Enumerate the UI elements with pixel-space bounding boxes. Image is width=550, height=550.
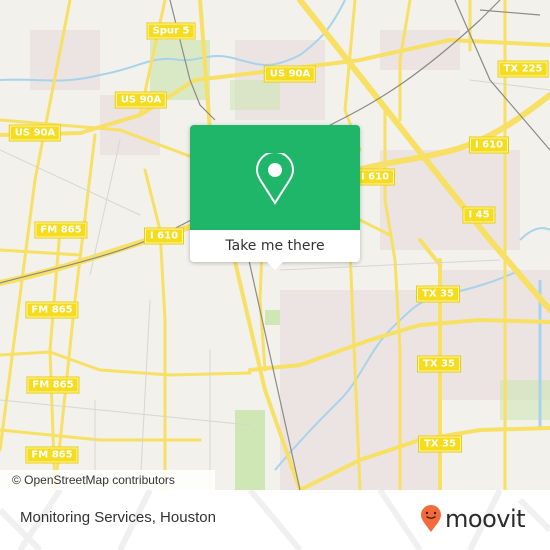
road-label-fm-865: FM 865 xyxy=(26,447,78,463)
footer-bar: Monitoring Services, Houston moovit xyxy=(0,490,550,550)
attribution-text: © OpenStreetMap contributors xyxy=(12,473,175,487)
road-label-us-90a: US 90A xyxy=(115,92,167,108)
road-label-i-610: I 610 xyxy=(469,137,509,153)
location-pin-icon xyxy=(255,153,295,205)
road-label-i-610: I 610 xyxy=(144,228,184,244)
road-label-tx-35: TX 35 xyxy=(418,356,460,372)
road-label-fm-865: FM 865 xyxy=(35,222,87,238)
popup-header xyxy=(190,125,360,230)
location-popup: Take me there xyxy=(190,125,360,270)
road-label-tx-35: TX 35 xyxy=(417,286,459,302)
road-label-tx-225: TX 225 xyxy=(498,61,548,77)
road-label-us-90a: US 90A xyxy=(264,66,316,82)
road-label-fm-865: FM 865 xyxy=(27,377,79,393)
road-label-i-610: I 610 xyxy=(355,169,395,185)
road-label-spur-5: Spur 5 xyxy=(147,23,195,39)
map-attribution[interactable]: © OpenStreetMap contributors xyxy=(0,470,215,490)
moovit-pin-icon xyxy=(421,505,441,532)
moovit-wordmark: moovit xyxy=(445,505,526,533)
place-name: Monitoring Services, Houston xyxy=(20,509,216,526)
road-label-fm-865: FM 865 xyxy=(26,302,78,318)
take-me-there-button[interactable]: Take me there xyxy=(190,230,360,262)
popup-pointer xyxy=(267,262,283,270)
moovit-logo[interactable]: moovit xyxy=(420,504,526,534)
road-label-us-90a: US 90A xyxy=(9,125,61,141)
road-label-i-45: I 45 xyxy=(463,207,495,223)
road-label-tx-35: TX 35 xyxy=(419,436,461,452)
map-view[interactable]: Spur 5 US 90A US 90A US 90A TX 225 I 610… xyxy=(0,0,550,490)
